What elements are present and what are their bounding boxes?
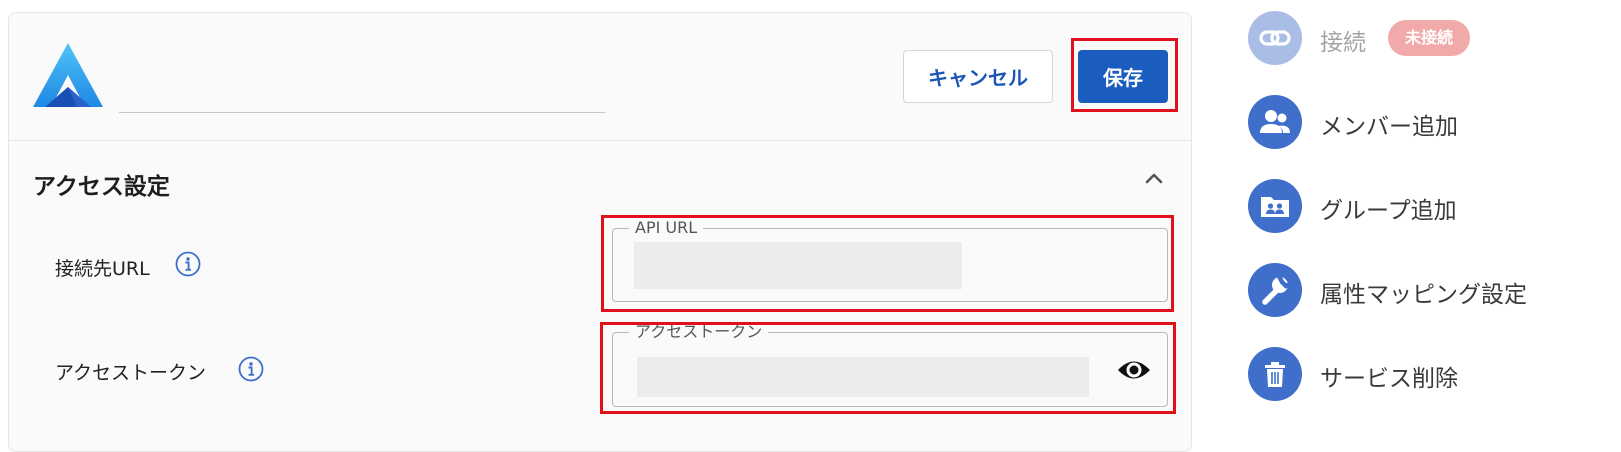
cancel-button[interactable]: キャンセル bbox=[903, 50, 1053, 103]
sidebar-item-connection[interactable]: 接続 未接続 bbox=[1248, 11, 1608, 65]
section-title-access-settings: アクセス設定 bbox=[33, 174, 170, 200]
sidebar-item-delete-service[interactable]: サービス削除 bbox=[1248, 347, 1608, 401]
wrench-icon bbox=[1248, 263, 1302, 317]
sidebar-item-label: メンバー追加 bbox=[1320, 114, 1458, 140]
link-icon bbox=[1248, 11, 1302, 65]
card-header: キャンセル 保存 bbox=[9, 13, 1191, 141]
sidebar-item-label: 属性マッピング設定 bbox=[1320, 282, 1527, 308]
sidebar-item-attribute-mapping[interactable]: 属性マッピング設定 bbox=[1248, 263, 1608, 317]
people-icon bbox=[1248, 95, 1302, 149]
access-token-row-label: アクセストークン bbox=[55, 362, 207, 384]
service-name-input[interactable] bbox=[119, 53, 605, 113]
access-token-field-legend: アクセストークン bbox=[629, 322, 769, 342]
access-token-field[interactable]: アクセストークン bbox=[612, 322, 1168, 407]
save-button[interactable]: 保存 bbox=[1078, 50, 1168, 103]
sidebar-item-add-member[interactable]: メンバー追加 bbox=[1248, 95, 1608, 149]
sidebar-item-label: グループ追加 bbox=[1320, 198, 1457, 224]
sidebar-item-label: サービス削除 bbox=[1320, 366, 1458, 392]
service-settings-card: キャンセル 保存 アクセス設定 接続先URL API URL アクセストークン … bbox=[8, 12, 1192, 452]
api-url-value[interactable] bbox=[634, 242, 962, 289]
eye-icon[interactable] bbox=[1116, 355, 1152, 385]
chevron-up-icon[interactable] bbox=[1139, 163, 1169, 193]
info-icon[interactable] bbox=[175, 251, 201, 277]
app-logo bbox=[33, 43, 103, 107]
sidebar-item-label: 接続 bbox=[1320, 30, 1366, 56]
group-folder-icon bbox=[1248, 179, 1302, 233]
api-url-field-legend: API URL bbox=[629, 218, 704, 238]
status-badge: 未接続 bbox=[1388, 20, 1471, 56]
trash-icon bbox=[1248, 347, 1302, 401]
api-url-field[interactable]: API URL bbox=[612, 218, 1168, 302]
info-icon[interactable] bbox=[238, 356, 264, 382]
api-url-row-label: 接続先URL bbox=[55, 258, 150, 280]
sidebar-item-add-group[interactable]: グループ追加 bbox=[1248, 179, 1608, 233]
access-token-value[interactable] bbox=[637, 357, 1089, 397]
